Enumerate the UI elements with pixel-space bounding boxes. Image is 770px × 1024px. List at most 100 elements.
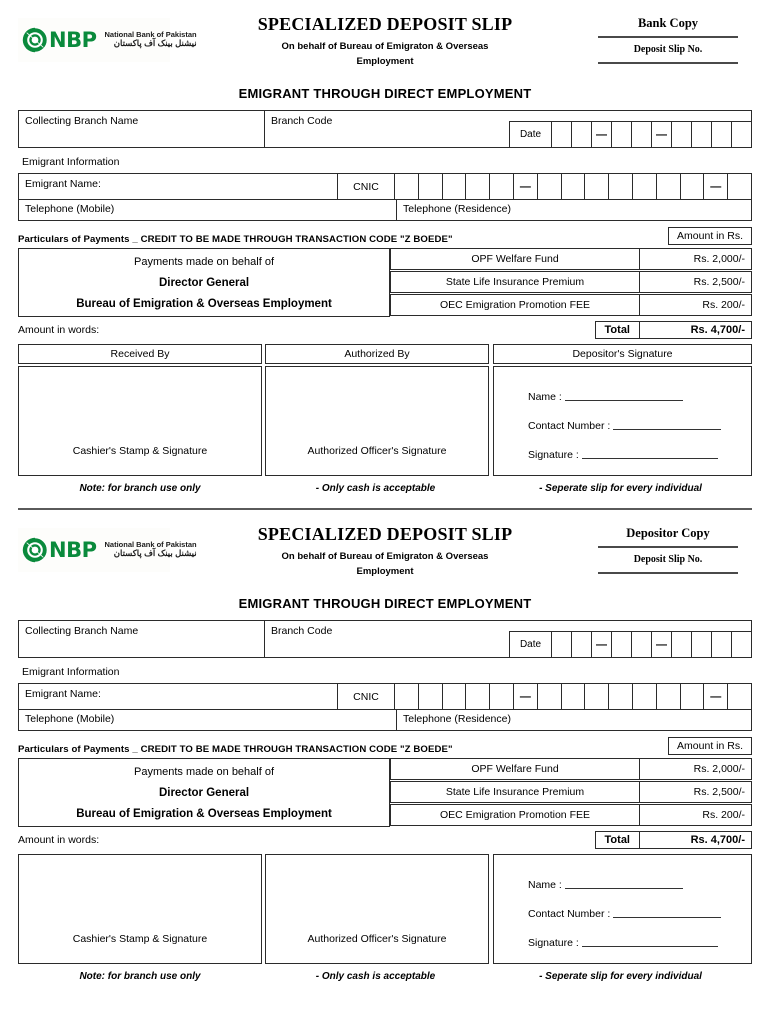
depositor-name-label: Name : bbox=[528, 391, 562, 403]
branch-code-field[interactable]: Branch Code bbox=[265, 621, 509, 657]
cnic-cell[interactable] bbox=[657, 684, 681, 709]
date-cell[interactable] bbox=[631, 631, 651, 657]
depositor-contact-input[interactable] bbox=[613, 418, 722, 430]
cnic-cell[interactable] bbox=[443, 684, 467, 709]
cnic-cell[interactable] bbox=[419, 174, 443, 199]
cashier-stamp-box[interactable]: Cashier's Stamp & Signature bbox=[18, 854, 262, 964]
cnic-cell[interactable] bbox=[681, 174, 705, 199]
depositor-name-input[interactable] bbox=[564, 877, 683, 889]
cnic-separator-cell: — bbox=[514, 684, 538, 709]
emigrant-name-row: Emigrant Name: CNIC — — bbox=[18, 173, 752, 199]
cnic-cell[interactable] bbox=[585, 174, 610, 199]
particulars-label: Particulars of Payments _ CREDIT TO BE M… bbox=[18, 744, 453, 755]
depositor-sign-input[interactable] bbox=[581, 935, 718, 947]
depositor-sign-input[interactable] bbox=[581, 447, 718, 459]
payment-description: OEC Emigration Promotion FEE bbox=[390, 804, 640, 826]
branch-row: Collecting Branch Name Branch Code Date … bbox=[18, 620, 752, 658]
cnic-separator-cell: — bbox=[514, 174, 538, 199]
depositor-signature-box[interactable]: Name : Contact Number : Signature : bbox=[493, 366, 752, 476]
cnic-cell[interactable] bbox=[443, 174, 467, 199]
table-row: State Life Insurance Premium Rs. 2,500/- bbox=[390, 781, 752, 803]
branch-code-field[interactable]: Branch Code bbox=[265, 111, 509, 147]
cnic-cell[interactable] bbox=[728, 684, 751, 709]
amount-in-words-field[interactable]: Amount in words: bbox=[18, 834, 595, 846]
payment-description: OEC Emigration Promotion FEE bbox=[390, 294, 640, 316]
payments-table: Payments made on behalf of Director Gene… bbox=[18, 248, 752, 317]
telephone-residence-field[interactable]: Telephone (Residence) bbox=[397, 200, 751, 220]
table-row: OEC Emigration Promotion FEE Rs. 200/- bbox=[390, 294, 752, 316]
cnic-cell[interactable] bbox=[681, 684, 705, 709]
depositor-name-input[interactable] bbox=[564, 389, 683, 401]
cnic-cell[interactable] bbox=[538, 174, 562, 199]
amount-in-words-row: Amount in words: Total Rs. 4,700/- bbox=[18, 321, 752, 339]
collecting-branch-name-field[interactable]: Collecting Branch Name bbox=[19, 111, 265, 147]
date-cell[interactable] bbox=[631, 121, 651, 147]
date-cell[interactable] bbox=[731, 631, 751, 657]
cnic-cell[interactable] bbox=[657, 174, 681, 199]
date-cell[interactable] bbox=[571, 631, 591, 657]
cnic-cell[interactable] bbox=[538, 684, 562, 709]
cnic-cell[interactable] bbox=[562, 684, 586, 709]
amount-in-words-row: Amount in words: Total Rs. 4,700/- bbox=[18, 831, 752, 849]
cashier-stamp-box[interactable]: Cashier's Stamp & Signature bbox=[18, 366, 262, 476]
date-cell[interactable] bbox=[731, 121, 751, 147]
cnic-cell[interactable] bbox=[609, 174, 633, 199]
date-cell[interactable] bbox=[691, 121, 711, 147]
cnic-cell[interactable] bbox=[490, 684, 514, 709]
date-cell[interactable] bbox=[671, 631, 691, 657]
signature-headers: Received By Authorized By Depositor's Si… bbox=[18, 344, 752, 364]
payee-line-1: Payments made on behalf of bbox=[133, 255, 275, 268]
date-cell[interactable] bbox=[611, 121, 631, 147]
cnic-cell[interactable] bbox=[585, 684, 610, 709]
cnic-cell[interactable] bbox=[395, 684, 419, 709]
date-cell[interactable] bbox=[691, 631, 711, 657]
depositor-sign-label: Signature : bbox=[528, 937, 579, 949]
payment-items: OPF Welfare Fund Rs. 2,000/- State Life … bbox=[390, 758, 752, 827]
telephone-mobile-field[interactable]: Telephone (Mobile) bbox=[19, 200, 397, 220]
bank-name-urdu: نیشنل بینک آف پاکستان bbox=[113, 548, 197, 559]
telephone-mobile-field[interactable]: Telephone (Mobile) bbox=[19, 710, 397, 730]
date-cell[interactable] bbox=[571, 121, 591, 147]
payment-amount: Rs. 2,000/- bbox=[640, 248, 752, 270]
cnic-cell[interactable] bbox=[490, 174, 514, 199]
particulars-label: Particulars of Payments _ CREDIT TO BE M… bbox=[18, 234, 453, 245]
cnic-cell[interactable] bbox=[466, 174, 491, 199]
date-cell[interactable] bbox=[551, 121, 571, 147]
date-group: Date — — bbox=[509, 621, 751, 657]
emigrant-information-label: Emigrant Information bbox=[22, 666, 120, 678]
date-cell[interactable] bbox=[551, 631, 571, 657]
date-cell[interactable] bbox=[711, 121, 731, 147]
collecting-branch-name-field[interactable]: Collecting Branch Name bbox=[19, 621, 265, 657]
date-separator-cell: — bbox=[591, 631, 611, 657]
payment-amount: Rs. 2,500/- bbox=[640, 271, 752, 293]
depositor-signature-box[interactable]: Name : Contact Number : Signature : bbox=[493, 854, 752, 964]
cnic-cell[interactable] bbox=[466, 684, 491, 709]
authorized-officer-box[interactable]: Authorized Officer's Signature bbox=[265, 854, 489, 964]
cnic-cell[interactable] bbox=[419, 684, 443, 709]
date-cell[interactable] bbox=[671, 121, 691, 147]
authorized-by-header: Authorized By bbox=[265, 344, 489, 364]
telephone-residence-field[interactable]: Telephone (Residence) bbox=[397, 710, 751, 730]
deposit-slip-no-line[interactable] bbox=[598, 62, 738, 64]
date-cell[interactable] bbox=[711, 631, 731, 657]
nbp-logo: NBP National Bank of Pakistan نیشنل بینک… bbox=[18, 18, 197, 62]
payee-line-2: Director General bbox=[158, 276, 250, 289]
date-cell[interactable] bbox=[611, 631, 631, 657]
cnic-cell[interactable] bbox=[728, 174, 751, 199]
cnic-cell[interactable] bbox=[395, 174, 419, 199]
cnic-cell[interactable] bbox=[609, 684, 633, 709]
emigrant-name-field[interactable]: Emigrant Name: bbox=[19, 684, 337, 709]
telephone-row: Telephone (Mobile) Telephone (Residence) bbox=[18, 709, 752, 731]
cnic-cell[interactable] bbox=[633, 174, 657, 199]
payment-description: OPF Welfare Fund bbox=[390, 758, 640, 780]
cnic-cell[interactable] bbox=[633, 684, 657, 709]
amount-in-words-field[interactable]: Amount in words: bbox=[18, 324, 595, 336]
depositor-contact-input[interactable] bbox=[613, 906, 722, 918]
emigrant-name-field[interactable]: Emigrant Name: bbox=[19, 174, 337, 199]
authorized-officer-box[interactable]: Authorized Officer's Signature bbox=[265, 366, 489, 476]
emigrant-name-row: Emigrant Name: CNIC — — bbox=[18, 683, 752, 709]
deposit-slip-no-line[interactable] bbox=[598, 572, 738, 574]
cnic-cell[interactable] bbox=[562, 174, 586, 199]
received-by-header: Received By bbox=[18, 344, 262, 364]
table-row: OPF Welfare Fund Rs. 2,000/- bbox=[390, 758, 752, 780]
